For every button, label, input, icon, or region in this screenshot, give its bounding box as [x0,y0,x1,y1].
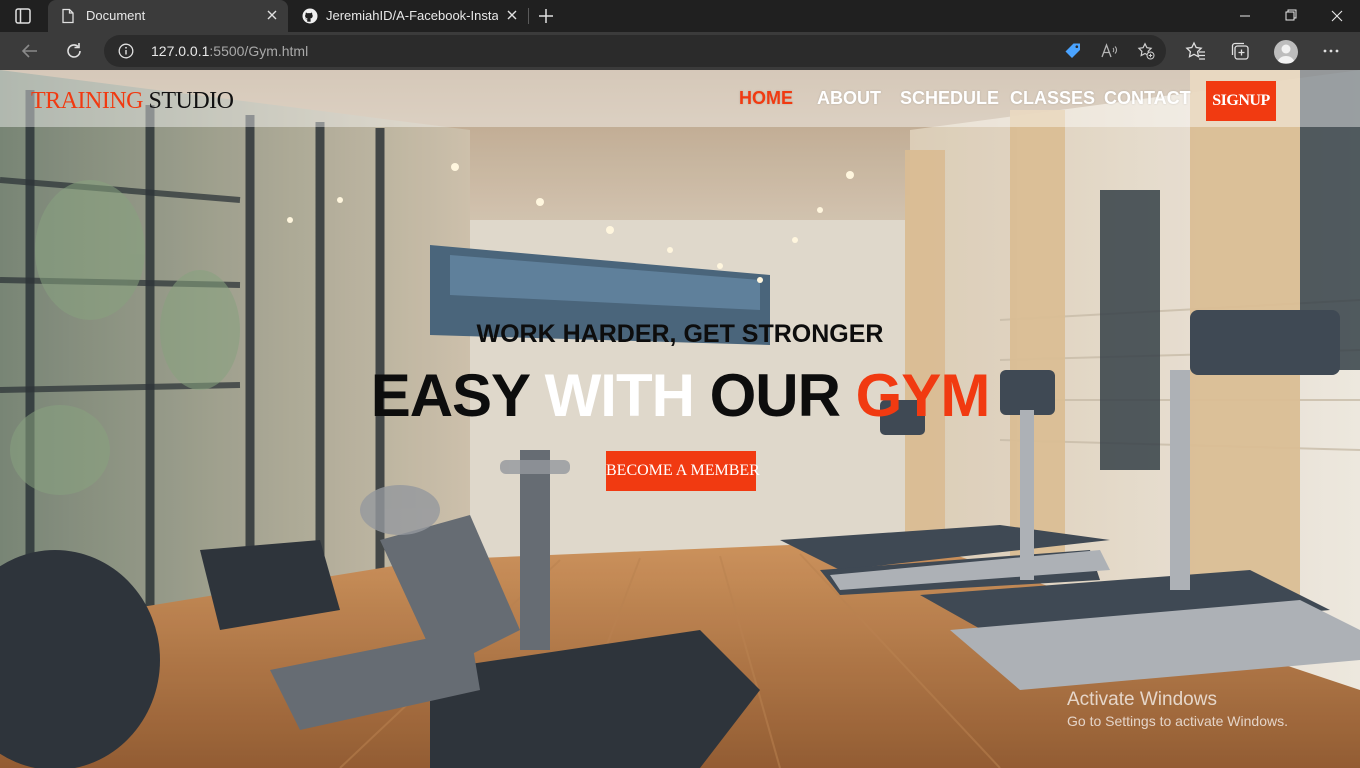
refresh-icon[interactable] [63,40,85,62]
document-icon [62,8,74,24]
nav-contact[interactable]: CONTACT [1104,88,1191,109]
nav-classes[interactable]: CLASSES [1010,88,1095,109]
favorites-icon[interactable] [1185,40,1207,62]
close-window-icon[interactable] [1314,0,1360,32]
hero-headline: EASY WITH OUR GYM [0,362,1360,430]
activate-windows-watermark: Activate Windows Go to Settings to activ… [1067,689,1288,729]
back-arrow-icon[interactable] [19,40,41,62]
github-icon [302,8,318,24]
tab-actions-icon[interactable] [14,7,32,25]
headline-word: EASY [370,362,530,429]
watermark-title: Activate Windows [1067,689,1217,710]
shopping-tag-icon[interactable] [1064,42,1082,60]
browser-tab-strip: Document JeremiahID/A-Facebook-Instagram [0,0,1360,32]
restore-icon[interactable] [1268,0,1314,32]
headline-word: GYM [855,362,991,429]
logo-training: TRAINING [31,88,143,114]
tab-title: Document [86,8,146,23]
site-info-icon[interactable] [118,43,134,59]
logo-studio: STUDIO [148,88,234,114]
user-icon [1277,44,1295,63]
nav-schedule[interactable]: SCHEDULE [900,88,999,109]
close-tab-icon[interactable] [504,7,520,23]
watermark-subtitle: Go to Settings to activate Windows. [1067,713,1288,729]
add-favorite-icon[interactable] [1137,42,1155,60]
headline-word: WITH [544,362,695,429]
url-host: 127.0.0.1 [151,43,210,59]
hero-subtitle: WORK HARDER, GET STRONGER [476,320,884,348]
url-path: :5500/Gym.html [209,43,309,59]
profile-avatar[interactable] [1274,40,1298,64]
read-aloud-icon[interactable] [1100,42,1118,60]
site-header: TRAINING STUDIO HOME ABOUT SCHEDULE CLAS… [0,70,1360,127]
site-logo[interactable]: TRAINING STUDIO [31,88,234,115]
url-text[interactable]: 127.0.0.1:5500/Gym.html [151,43,308,59]
new-tab-icon[interactable] [536,6,556,26]
close-tab-icon[interactable] [264,7,280,23]
tab-document[interactable]: Document [48,0,288,32]
signup-button[interactable]: SIGNUP [1206,81,1276,121]
minimize-icon[interactable] [1222,0,1268,32]
nav-home[interactable]: HOME [739,88,793,109]
become-member-button[interactable]: BECOME A MEMBER [606,451,760,491]
collections-icon[interactable] [1229,40,1251,62]
more-options-icon[interactable] [1320,40,1342,62]
browser-toolbar: 127.0.0.1:5500/Gym.html [0,32,1360,70]
headline-word: OUR [709,362,841,429]
tab-github[interactable]: JeremiahID/A-Facebook-Instagram [290,0,528,32]
page-viewport: TRAINING STUDIO HOME ABOUT SCHEDULE CLAS… [0,70,1360,768]
tab-title: JeremiahID/A-Facebook-Instagram [326,8,498,23]
address-bar[interactable]: 127.0.0.1:5500/Gym.html [104,35,1166,67]
tab-divider [528,8,529,24]
nav-about[interactable]: ABOUT [817,88,881,109]
